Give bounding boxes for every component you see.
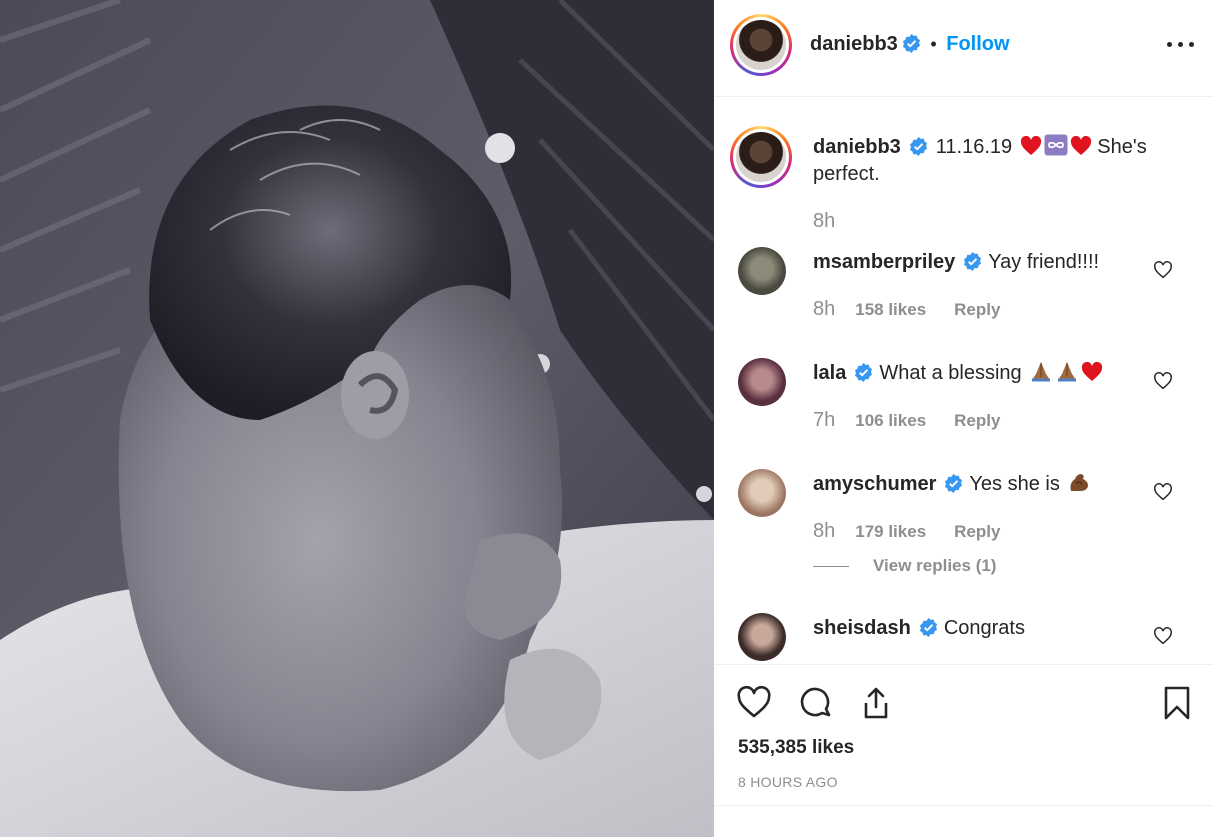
comment-likes[interactable]: 106 likes	[855, 411, 926, 430]
post-photo[interactable]	[0, 0, 714, 837]
praying-hands-icon	[1058, 362, 1077, 382]
comment-likes[interactable]: 179 likes	[855, 522, 926, 541]
comment-body: Yes she is	[969, 473, 1060, 495]
comment-meta: 7h 106 likes Reply	[813, 409, 1000, 432]
baby-photo-image	[0, 0, 714, 837]
comment-text: sheisdash Congrats	[813, 615, 1163, 642]
follow-button[interactable]: Follow	[946, 33, 1009, 55]
comment-username[interactable]: amyschumer	[813, 473, 936, 495]
post-header: daniebb3 • Follow	[714, 0, 1213, 97]
comment-text: amyschumer Yes she is	[813, 471, 1163, 498]
verified-badge-icon	[902, 34, 920, 53]
commenter-avatar[interactable]	[738, 358, 786, 406]
verified-badge-icon	[909, 137, 927, 156]
verified-badge-icon	[919, 618, 937, 637]
comment-username[interactable]: lala	[813, 362, 846, 384]
comment-icon[interactable]	[798, 685, 834, 721]
heart-icon[interactable]	[736, 685, 772, 721]
author-username[interactable]: daniebb3	[810, 33, 898, 55]
reply-button[interactable]: Reply	[954, 522, 1000, 541]
more-options-icon[interactable]	[1167, 34, 1195, 54]
comment-body: What a blessing	[879, 362, 1022, 384]
comment-username[interactable]: msamberpriley	[813, 251, 955, 273]
comment-meta: 8h 179 likes Reply	[813, 520, 1000, 543]
caption-date: 11.16.19	[935, 136, 1013, 158]
red-heart-icon	[1082, 362, 1103, 381]
replies-divider-line	[813, 566, 849, 568]
post-details-panel: daniebb3 • Follow daniebb3 11.16.19 She's…	[714, 0, 1213, 837]
commenter-avatar[interactable]	[738, 247, 786, 295]
comment-time[interactable]: 8h	[813, 298, 835, 320]
commenter-avatar[interactable]	[738, 613, 786, 661]
reply-button[interactable]: Reply	[954, 300, 1000, 319]
verified-badge-icon	[855, 363, 873, 382]
post-likes-count[interactable]: 535,385 likes	[738, 737, 854, 759]
flexed-biceps-icon	[1070, 474, 1089, 491]
comment-likes[interactable]: 158 likes	[855, 300, 926, 319]
comment-text: msamberpriley Yay friend!!!!	[813, 249, 1163, 276]
comment-body: Yay friend!!!!	[988, 251, 1100, 273]
view-replies-label: View replies (1)	[873, 556, 997, 575]
red-heart-icon	[1020, 136, 1041, 155]
comment-like-heart-icon[interactable]	[1153, 261, 1173, 279]
reply-button[interactable]: Reply	[954, 411, 1000, 430]
author-line: daniebb3 • Follow	[810, 33, 1010, 56]
author-avatar[interactable]	[730, 14, 792, 76]
bookmark-icon[interactable]	[1159, 685, 1195, 721]
comments-list[interactable]: daniebb3 11.16.19 She's perfect. 8h msamb…	[714, 97, 1213, 664]
comment-like-heart-icon[interactable]	[1153, 372, 1173, 390]
verified-badge-icon	[945, 474, 963, 493]
comment-like-heart-icon[interactable]	[1153, 627, 1173, 645]
verified-badge-icon	[964, 252, 982, 271]
comment-body: Congrats	[943, 617, 1025, 639]
comment-meta: 8h 158 likes Reply	[813, 298, 1000, 321]
caption-time[interactable]: 8h	[813, 210, 835, 232]
caption-meta: 8h	[813, 210, 835, 233]
comment-username[interactable]: sheisdash	[813, 617, 911, 639]
share-icon[interactable]	[858, 685, 894, 721]
infinity-icon	[1044, 134, 1068, 156]
comment-text: lala What a blessing	[813, 360, 1163, 387]
praying-hands-icon	[1032, 362, 1051, 382]
caption-username[interactable]: daniebb3	[813, 136, 901, 158]
post-actions-footer: 535,385 likes 8 HOURS AGO	[714, 664, 1213, 806]
red-heart-icon	[1070, 136, 1091, 155]
caption-text: daniebb3 11.16.19 She's perfect.	[813, 134, 1163, 188]
view-replies-button[interactable]: View replies (1)	[813, 556, 996, 576]
comment-time[interactable]: 7h	[813, 409, 835, 431]
comment-like-heart-icon[interactable]	[1153, 483, 1173, 501]
post-timestamp[interactable]: 8 HOURS AGO	[738, 774, 838, 790]
commenter-avatar[interactable]	[738, 469, 786, 517]
caption-avatar[interactable]	[730, 126, 792, 188]
comment-time[interactable]: 8h	[813, 520, 835, 542]
separator-dot: •	[930, 34, 937, 54]
